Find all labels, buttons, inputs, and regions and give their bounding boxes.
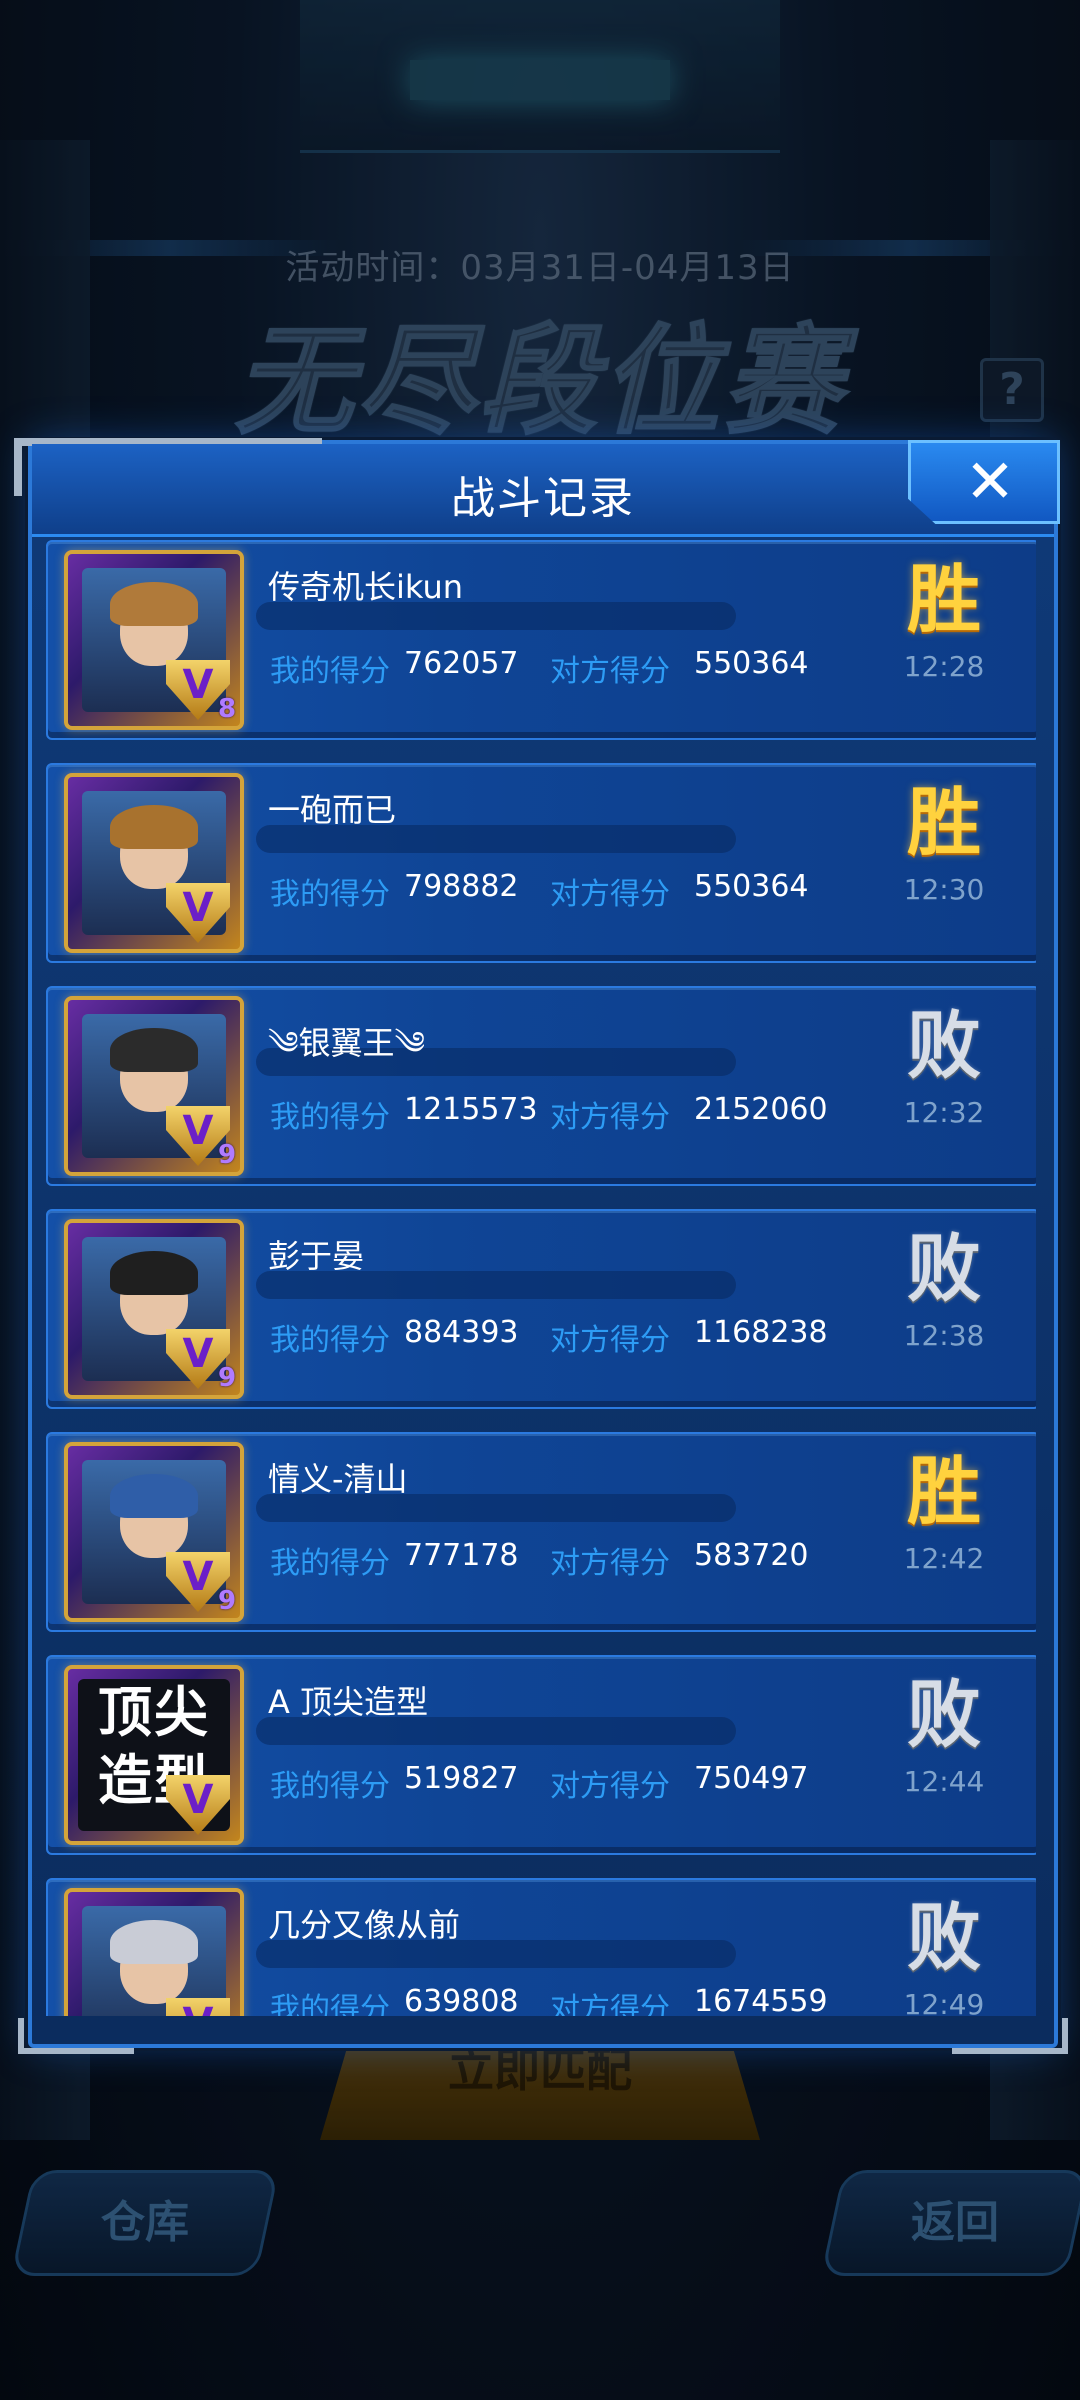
rank-level: 9 <box>218 1586 237 1616</box>
match-result: 胜 <box>907 557 981 643</box>
game-screen: 活动时间：03月31日-04月13日 无尽段位赛 ? 立即匹配 仓库 返回 战斗… <box>0 0 1080 2400</box>
close-icon: ✕ <box>964 447 1016 517</box>
player-avatar[interactable]: 9 <box>64 996 244 1176</box>
frame-corner-bottom-right <box>952 2018 1068 2054</box>
record-row[interactable]: 9 情义-清山我的得分 777178 对方得分 583720 胜 12:42 <box>46 1432 1036 1632</box>
dialog-header: 战斗记录 <box>32 444 1054 537</box>
opponent-score-value: 550364 <box>694 646 809 681</box>
player-avatar[interactable]: 9 <box>64 1219 244 1399</box>
match-time: 12:49 <box>903 1988 985 2016</box>
match-result: 败 <box>907 1895 981 1981</box>
record-list[interactable]: 8传奇机长ikun我的得分762057对方得分550364胜12:28一砲而已我… <box>46 540 1036 2016</box>
my-score-label: 我的得分 <box>270 1546 390 1581</box>
record-row[interactable]: 9 ༄银翼王༄ 我的得分 1215573 对方得分 2152060 败 12:32 <box>46 986 1036 1186</box>
battle-record-dialog: 战斗记录 ✕ 8 传奇机长ikun 我的得分 762057 对方得分 550364 胜 12:… <box>14 438 1068 2054</box>
my-score-value: 798882 <box>404 869 519 904</box>
player-name: 彭于晏 <box>268 1237 365 1275</box>
my-score-label: 我的得分 <box>270 1992 390 2016</box>
opponent-score-value: 550364 <box>694 869 809 904</box>
player-name: 传奇机长ikun <box>268 568 464 606</box>
player-avatar[interactable]: 8 <box>64 550 244 730</box>
opponent-score-value: 583720 <box>694 1538 809 1573</box>
rank-shield-icon <box>166 1775 230 1835</box>
opponent-score-value: 1674559 <box>694 1984 828 2016</box>
opponent-score-label: 对方得分 <box>550 877 670 912</box>
record-row[interactable]: 一砲而已我的得分 798882 对方得分 550364 胜 12:30 <box>46 763 1036 963</box>
my-score-value: 519827 <box>404 1761 519 1796</box>
my-score-label: 我的得分 <box>270 1769 390 1804</box>
rank-badge-icon <box>156 877 242 947</box>
match-time: 12:42 <box>903 1542 985 1575</box>
opponent-score-label: 对方得分 <box>550 1546 670 1581</box>
player-avatar[interactable] <box>64 773 244 953</box>
match-time: 12:30 <box>903 873 985 906</box>
opponent-score-label: 对方得分 <box>550 654 670 689</box>
rank-badge-icon <box>156 1992 242 2016</box>
opponent-score-value: 1168238 <box>694 1315 828 1350</box>
opponent-score-value: 2152060 <box>694 1092 828 1127</box>
opponent-score-label: 对方得分 <box>550 1323 670 1358</box>
match-time: 12:44 <box>903 1765 985 1798</box>
opponent-score-label: 对方得分 <box>550 1769 670 1804</box>
rank-shield-icon <box>166 883 230 943</box>
rank-level: 9 <box>218 1140 237 1170</box>
player-name: 情义-清山 <box>268 1460 408 1498</box>
match-result: 胜 <box>907 1449 981 1535</box>
player-avatar[interactable]: 顶尖造型 <box>64 1665 244 1845</box>
my-score-value: 1215573 <box>404 1092 538 1127</box>
rank-shield-icon <box>166 1998 230 2016</box>
rank-badge-icon: 9 <box>156 1323 242 1393</box>
my-score-value: 762057 <box>404 646 519 681</box>
record-row[interactable]: 9 彭于晏我的得分 884393 对方得分 1168238 败 12:38 <box>46 1209 1036 1409</box>
close-button[interactable]: ✕ <box>908 440 1060 524</box>
opponent-score-label: 对方得分 <box>550 1992 670 2016</box>
match-time: 12:32 <box>903 1096 985 1129</box>
player-name: ༄银翼王༄ <box>268 1024 426 1062</box>
match-result: 败 <box>907 1226 981 1312</box>
match-time: 12:38 <box>903 1319 985 1352</box>
rank-level: 9 <box>218 1363 237 1393</box>
player-name: 几分又像从前 <box>268 1906 461 1944</box>
my-score-label: 我的得分 <box>270 1100 390 1135</box>
my-score-value: 639808 <box>404 1984 519 2016</box>
rank-level: 8 <box>218 694 237 724</box>
record-row[interactable]: 几分又像从前我的得分 639808 对方得分 1674559 败 12:49 <box>46 1878 1036 2016</box>
record-row[interactable]: 8 传奇机长ikun 我的得分 762057 对方得分 550364 胜 12:28 <box>46 540 1036 740</box>
frame-corner-bottom-left <box>18 2018 134 2054</box>
rank-badge-icon: 9 <box>156 1100 242 1170</box>
my-score-label: 我的得分 <box>270 1323 390 1358</box>
opponent-score-label: 对方得分 <box>550 1100 670 1135</box>
my-score-value: 884393 <box>404 1315 519 1350</box>
dialog-title: 战斗记录 <box>451 473 635 524</box>
my-score-label: 我的得分 <box>270 654 390 689</box>
rank-badge-icon: 9 <box>156 1546 242 1616</box>
rank-badge-icon: 8 <box>156 654 242 724</box>
player-name: 一砲而已 <box>268 791 397 829</box>
record-row[interactable]: 顶尖造型 A 顶尖造型我的得分 519827 对方得分 750497 败 12:44 <box>46 1655 1036 1855</box>
opponent-score-value: 750497 <box>694 1761 809 1796</box>
rank-badge-icon <box>156 1769 242 1839</box>
match-result: 败 <box>907 1003 981 1089</box>
match-result: 败 <box>907 1672 981 1758</box>
match-time: 12:28 <box>903 650 985 683</box>
my-score-label: 我的得分 <box>270 877 390 912</box>
my-score-value: 777178 <box>404 1538 519 1573</box>
player-avatar[interactable] <box>64 1888 244 2016</box>
player-avatar[interactable]: 9 <box>64 1442 244 1622</box>
match-result: 胜 <box>907 780 981 866</box>
player-name: A 顶尖造型 <box>268 1683 429 1721</box>
